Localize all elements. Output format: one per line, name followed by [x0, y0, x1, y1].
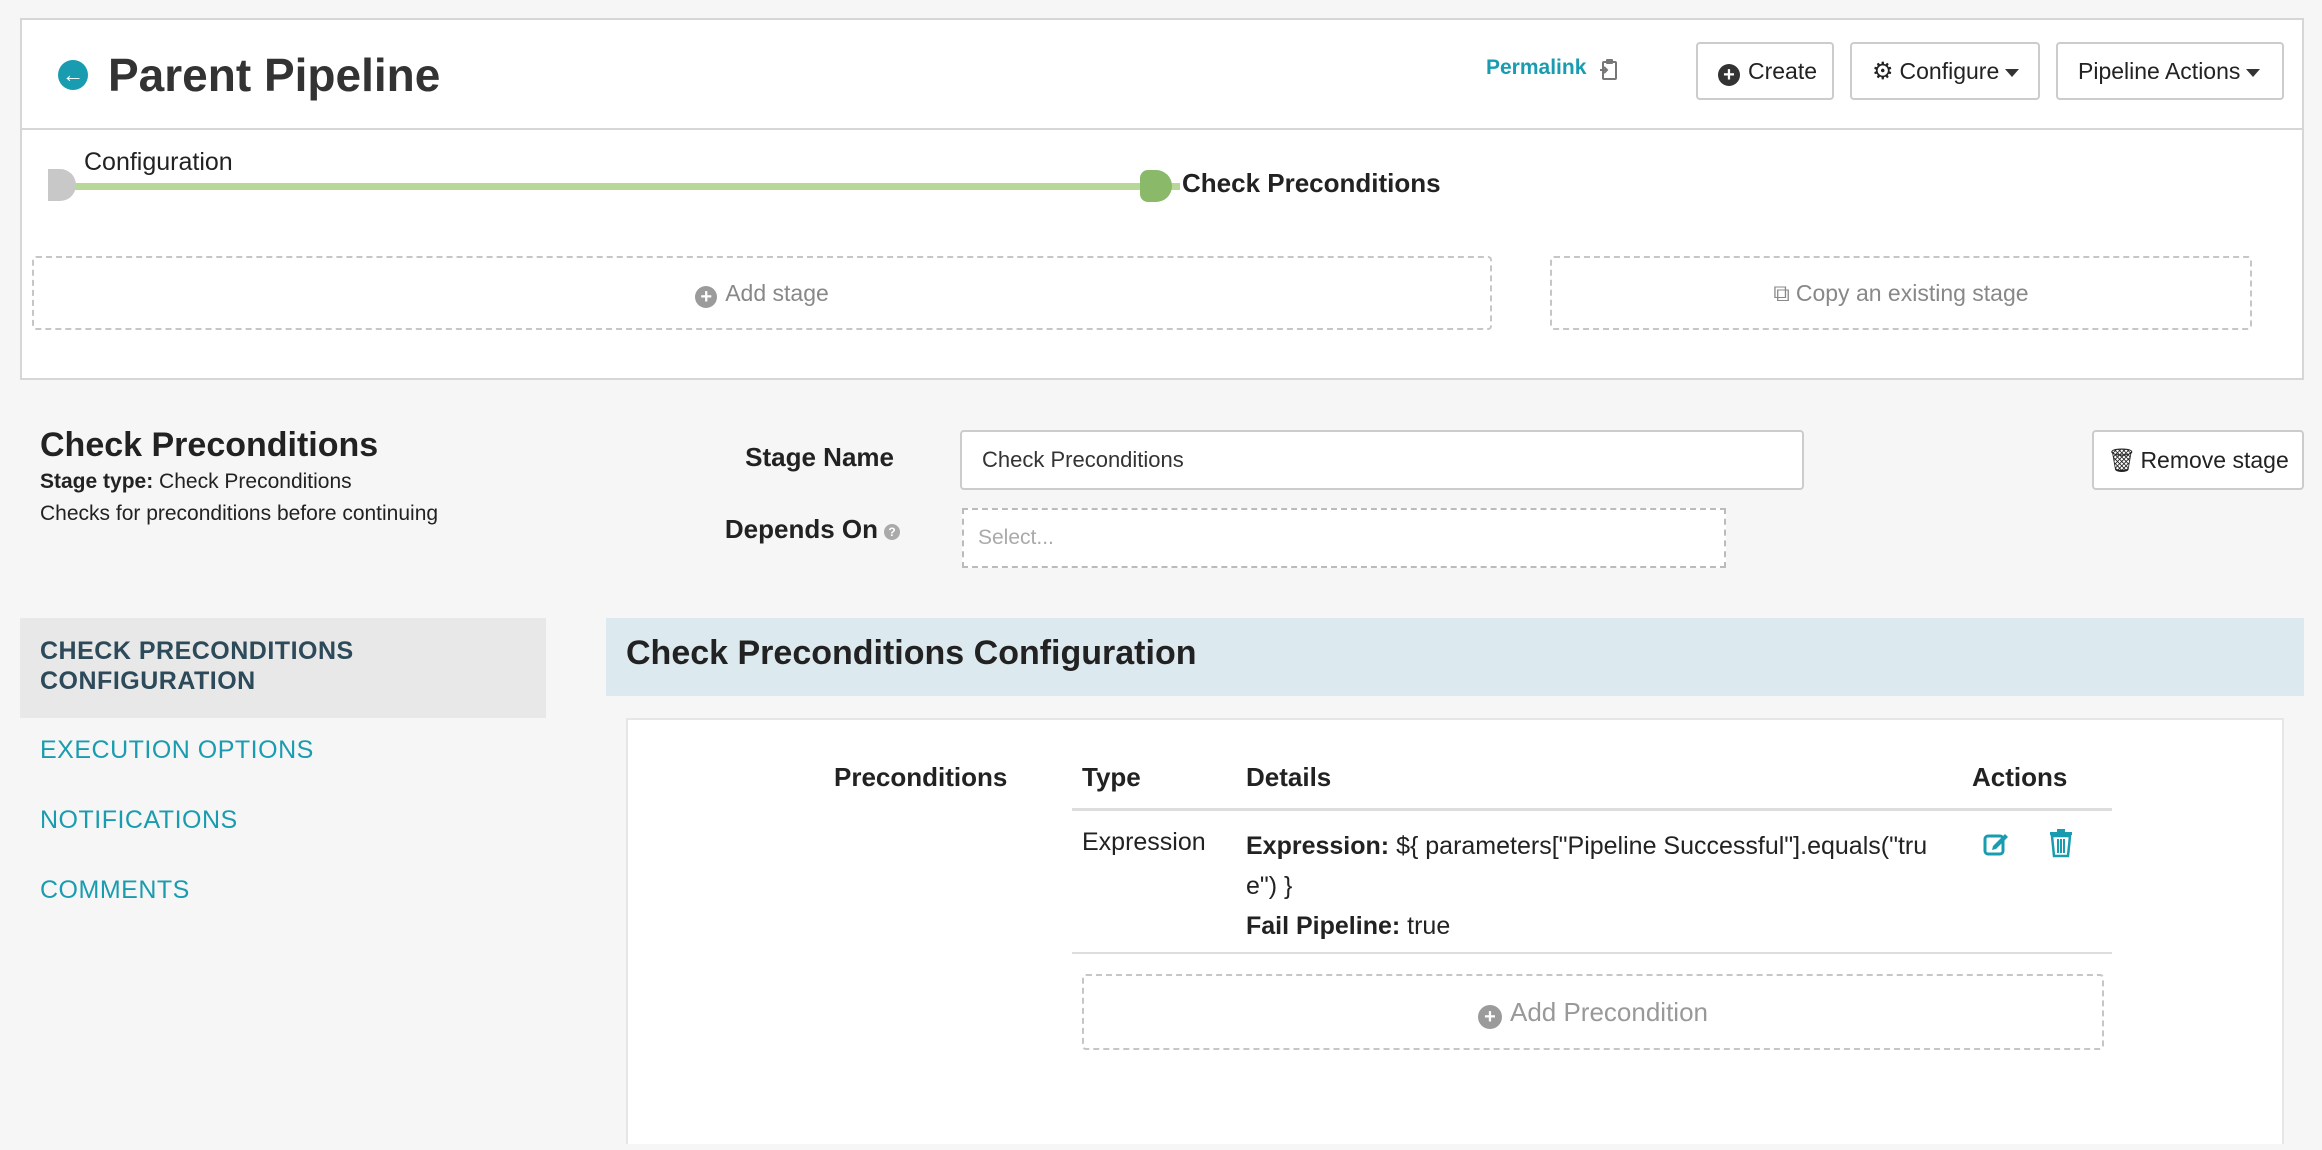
stage-node-check-preconditions[interactable] — [1140, 170, 1172, 202]
expression-line: Expression: ${ parameters["Pipeline Succ… — [1246, 826, 1956, 906]
nav-item-notifications[interactable]: NOTIFICATIONS — [40, 806, 238, 835]
stage-type: Stage type: Check Preconditions — [40, 470, 352, 494]
configure-button-label: Configure — [1899, 58, 2000, 84]
page-title: Parent Pipeline — [108, 49, 441, 101]
add-stage-label: Add stage — [725, 280, 829, 306]
help-icon[interactable]: ? — [884, 524, 900, 540]
expression-label: Expression: — [1246, 832, 1390, 860]
column-header-actions: Actions — [1972, 762, 2068, 792]
copy-stage-label: Copy an existing stage — [1795, 280, 2029, 306]
fail-pipeline-label: Fail Pipeline: — [1246, 912, 1401, 940]
add-precondition-button[interactable]: + Add Precondition — [1082, 974, 2104, 1050]
stage-type-label: Stage type: — [40, 470, 154, 493]
copy-icon: ⧉ — [1773, 280, 1790, 306]
add-stage-button[interactable]: + Add stage — [32, 256, 1492, 330]
config-panel-title: Check Preconditions Configuration — [626, 634, 1197, 672]
stage-label-check-preconditions[interactable]: Check Preconditions — [1182, 168, 1441, 199]
stage-heading: Check Preconditions — [40, 426, 379, 464]
plus-circle-icon: + — [1477, 1005, 1502, 1029]
plus-circle-icon: + — [695, 286, 718, 308]
preconditions-label: Preconditions — [834, 762, 1008, 792]
gear-icon: ⚙ — [1872, 58, 1894, 85]
stage-name-label: Stage Name — [745, 442, 894, 472]
create-button[interactable]: + Create — [1696, 42, 1834, 100]
column-header-details: Details — [1246, 762, 1332, 792]
trash-icon[interactable] — [2048, 828, 2074, 858]
header-bar: ← Parent Pipeline Permalink + Create ⚙ Con… — [22, 20, 2302, 130]
pipeline-actions-label: Pipeline Actions — [2078, 58, 2241, 84]
add-precondition-label: Add Precondition — [1509, 997, 1709, 1027]
stage-type-value: Check Preconditions — [159, 470, 352, 493]
depends-on-label: Depends On? — [600, 514, 900, 545]
table-row-divider — [1072, 952, 2112, 954]
nav-item-execution-options[interactable]: EXECUTION OPTIONS — [40, 736, 314, 765]
caret-down-icon — [2246, 68, 2261, 77]
configure-button[interactable]: ⚙ Configure — [1850, 42, 2040, 100]
caret-down-icon — [2005, 68, 2020, 77]
stage-connector-line — [70, 183, 1180, 190]
fail-pipeline-line: Fail Pipeline: true — [1246, 906, 1956, 946]
back-arrow-icon[interactable]: ← — [58, 60, 88, 90]
stage-label-configuration[interactable]: Configuration — [84, 148, 233, 177]
depends-on-select[interactable]: Select... — [962, 508, 1726, 568]
create-button-label: Create — [1748, 58, 1818, 84]
pipeline-actions-button[interactable]: Pipeline Actions — [2056, 42, 2284, 100]
table-header-divider — [1072, 808, 2112, 811]
depends-on-label-text: Depends On — [724, 514, 878, 544]
permalink-link[interactable]: Permalink — [1486, 56, 1586, 80]
stage-name-input[interactable] — [960, 430, 1804, 490]
plus-circle-icon: + — [1718, 64, 1740, 86]
precondition-type: Expression — [1082, 828, 1206, 856]
copy-stage-button[interactable]: ⧉ Copy an existing stage — [1550, 256, 2252, 330]
nav-item-comments[interactable]: COMMENTS — [40, 876, 190, 905]
precondition-details: Expression: ${ parameters["Pipeline Succ… — [1246, 826, 1956, 946]
trash-icon: 🗑 — [2107, 447, 2137, 473]
edit-icon[interactable] — [1982, 830, 2010, 858]
column-header-type: Type — [1082, 762, 1141, 792]
clipboard-icon[interactable] — [1598, 58, 1620, 82]
fail-pipeline-value: true — [1407, 912, 1451, 940]
remove-stage-label: Remove stage — [2140, 447, 2289, 473]
stage-description: Checks for preconditions before continui… — [40, 502, 439, 525]
remove-stage-button[interactable]: 🗑 Remove stage — [2092, 430, 2304, 490]
nav-item-check-preconditions-configuration[interactable]: CHECK PRECONDITIONS CONFIGURATION — [40, 636, 520, 696]
